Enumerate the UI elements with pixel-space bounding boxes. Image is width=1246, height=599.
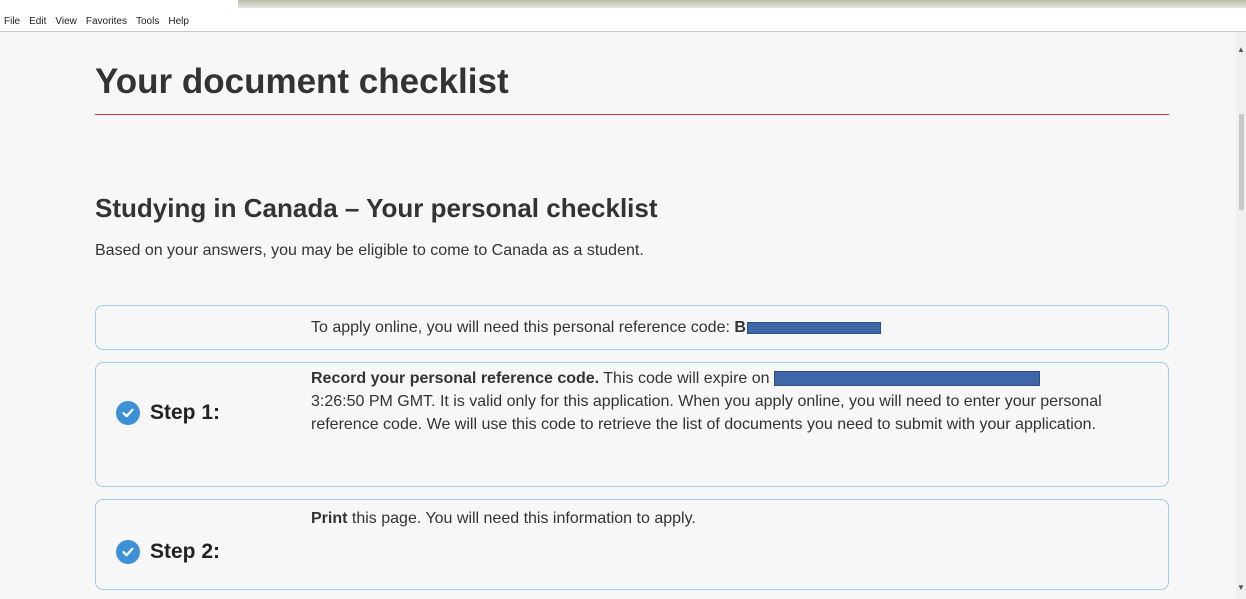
step-1-text: Record your personal reference code. Thi… — [311, 367, 1111, 436]
menu-tools[interactable]: Tools — [136, 16, 159, 27]
redaction-bar — [774, 371, 1041, 387]
checkmark-icon — [116, 401, 140, 425]
intro-text: Based on your answers, you may be eligib… — [95, 242, 644, 259]
section-title: Studying in Canada – Your personal check… — [95, 193, 658, 223]
window-top-strip — [238, 0, 1246, 8]
step-2-label: Step 2: — [150, 540, 221, 563]
step-2-text: Print this page. You will need this info… — [311, 507, 1111, 530]
step-1-panel: Step 1: Record your personal reference c… — [95, 362, 1169, 487]
menu-favorites[interactable]: Favorites — [86, 16, 127, 27]
title-divider — [95, 114, 1169, 115]
menu-file[interactable]: File — [4, 16, 20, 27]
reference-code-value: B — [734, 319, 746, 336]
menu-view[interactable]: View — [55, 16, 77, 27]
page-title: Your document checklist — [95, 62, 509, 101]
vertical-scrollbar[interactable]: ▲ ▼ — [1236, 32, 1246, 599]
step-1-heading: Step 1: — [116, 401, 220, 425]
scroll-up-icon[interactable]: ▲ — [1237, 46, 1245, 54]
step-2-detail-text: this page. You will need this informatio… — [347, 510, 696, 527]
menu-edit[interactable]: Edit — [29, 16, 46, 27]
menu-help[interactable]: Help — [168, 16, 189, 27]
step-1-bold-text: Record your personal reference code. — [311, 370, 600, 387]
menu-items: File Edit View Favorites Tools Help — [4, 16, 189, 27]
checkmark-icon — [116, 540, 140, 564]
menu-bar: File Edit View Favorites Tools Help — [0, 0, 1246, 32]
reference-code-panel: To apply online, you will need this pers… — [95, 305, 1169, 350]
step-2-bold-text: Print — [311, 510, 348, 527]
redaction-bar — [746, 321, 881, 334]
step-2-panel: Step 2: Print this page. You will need t… — [95, 499, 1169, 590]
scroll-down-icon[interactable]: ▼ — [1237, 584, 1245, 592]
reference-code-text: To apply online, you will need this pers… — [311, 316, 1111, 339]
step-2-heading: Step 2: — [116, 540, 220, 564]
step-1-detail-text: 3:26:50 PM GMT. It is valid only for thi… — [311, 393, 1102, 433]
step-1-expiry-text: This code will expire on — [599, 370, 775, 387]
reference-code-label: To apply online, you will need this pers… — [311, 319, 735, 336]
step-1-label: Step 1: — [150, 401, 221, 424]
scrollbar-thumb[interactable] — [1239, 114, 1244, 210]
